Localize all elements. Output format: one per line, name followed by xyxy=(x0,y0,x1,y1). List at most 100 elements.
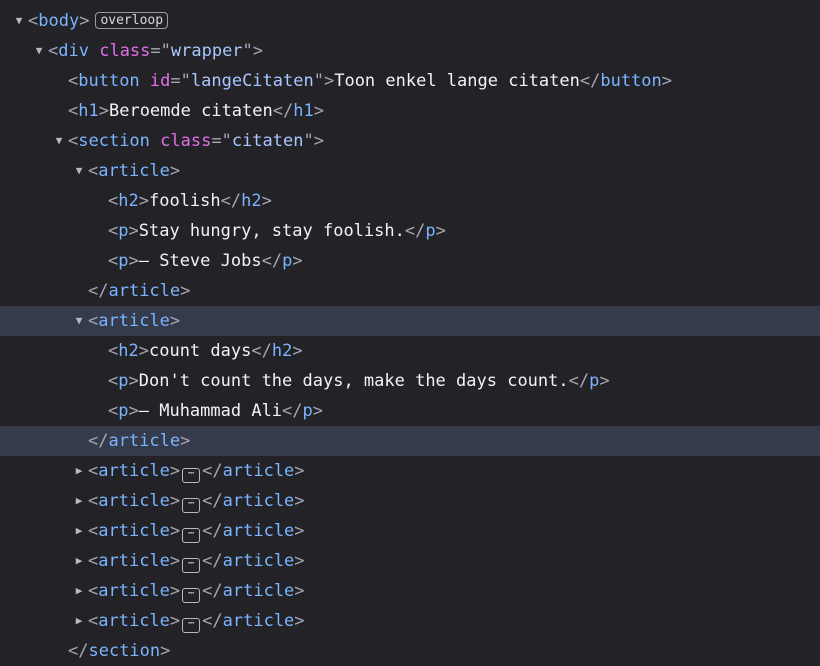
dom-node-row[interactable]: ▼ <body> overloop xyxy=(0,6,820,36)
node-markup: <article> ⋯ </article> xyxy=(88,456,305,486)
ellipsis-icon[interactable]: ⋯ xyxy=(182,618,201,633)
tag-name: article xyxy=(98,581,170,601)
tag-bracket: < xyxy=(108,341,119,361)
node-markup: <article> xyxy=(88,306,180,336)
tag-name: div xyxy=(58,41,89,61)
tag-bracket: > xyxy=(294,551,305,571)
triangle-down-icon[interactable]: ▼ xyxy=(72,156,86,186)
tag-bracket: < xyxy=(88,581,99,601)
tag-bracket: </ xyxy=(404,221,426,241)
tag-bracket: </ xyxy=(282,401,303,421)
tag-bracket: < xyxy=(88,611,99,631)
tag-bracket: > xyxy=(292,251,303,271)
triangle-down-icon[interactable]: ▼ xyxy=(12,6,26,36)
dom-node-row[interactable]: <p>Stay hungry, stay foolish.</p> xyxy=(0,216,820,246)
tag-bracket: > xyxy=(261,191,272,211)
triangle-right-icon[interactable]: ▶ xyxy=(72,486,86,516)
triangle-right-icon[interactable]: ▶ xyxy=(72,576,86,606)
dom-node-row[interactable]: <p>— Steve Jobs</p> xyxy=(0,246,820,276)
triangle-down-icon[interactable]: ▼ xyxy=(72,306,86,336)
ellipsis-icon[interactable]: ⋯ xyxy=(182,468,201,483)
tag-name: article xyxy=(222,581,295,601)
text-content: Don't count the days, make the days coun… xyxy=(138,371,569,391)
dom-node-row[interactable]: ▶ <article> ⋯ </article> xyxy=(0,576,820,606)
tag-bracket: > xyxy=(294,611,305,631)
dom-node-row[interactable]: </article> xyxy=(0,426,820,456)
triangle-right-icon[interactable]: ▶ xyxy=(72,516,86,546)
node-markup: <article> ⋯ </article> xyxy=(88,486,305,516)
attribute-punctuation: =" xyxy=(150,41,171,61)
tag-bracket: </ xyxy=(220,191,242,211)
node-markup: <article> ⋯ </article> xyxy=(88,576,305,606)
tag-bracket: < xyxy=(88,521,99,541)
ellipsis-icon[interactable]: ⋯ xyxy=(182,498,201,513)
node-markup: <article> ⋯ </article> xyxy=(88,516,305,546)
tag-bracket: < xyxy=(108,401,119,421)
triangle-down-icon[interactable]: ▼ xyxy=(52,126,66,156)
tag-name: article xyxy=(222,461,295,481)
tag-bracket: </ xyxy=(568,371,590,391)
overflow-badge[interactable]: overloop xyxy=(95,12,169,29)
tag-bracket: > xyxy=(169,161,181,181)
dom-node-row[interactable]: </section> xyxy=(0,636,820,666)
tag-bracket: > xyxy=(169,461,181,481)
tag-name: h2 xyxy=(118,341,139,361)
dom-node-row[interactable]: <button id="langeCitaten">Toon enkel lan… xyxy=(0,66,820,96)
triangle-right-icon[interactable]: ▶ xyxy=(72,456,86,486)
tag-name: article xyxy=(98,161,170,181)
tag-name: h1 xyxy=(78,101,99,121)
node-markup: <body> overloop xyxy=(28,6,169,36)
tag-bracket: > xyxy=(312,401,324,421)
tag-bracket: > xyxy=(169,551,181,571)
tag-bracket: </ xyxy=(88,281,109,301)
attribute-punctuation: =" xyxy=(170,71,191,91)
node-markup: <p>— Steve Jobs</p> xyxy=(108,246,303,276)
text-content: Beroemde citaten xyxy=(108,101,273,121)
dom-node-row[interactable]: <h2>count days</h2> xyxy=(0,336,820,366)
ellipsis-icon[interactable]: ⋯ xyxy=(182,588,201,603)
tag-bracket: > xyxy=(128,371,139,391)
dom-node-row[interactable]: ▶ <article> ⋯ </article> xyxy=(0,516,820,546)
tag-bracket: </ xyxy=(202,551,223,571)
dom-node-row[interactable]: ▶ <article> ⋯ </article> xyxy=(0,486,820,516)
triangle-down-icon[interactable]: ▼ xyxy=(32,36,46,66)
triangle-right-icon[interactable]: ▶ xyxy=(72,546,86,576)
tag-name: article xyxy=(108,281,181,301)
dom-node-row[interactable]: ▼ <article> xyxy=(0,156,820,186)
dom-node-row[interactable]: <h1>Beroemde citaten</h1> xyxy=(0,96,820,126)
tag-bracket: > xyxy=(160,641,171,661)
tag-bracket: > xyxy=(294,491,305,511)
ellipsis-icon[interactable]: ⋯ xyxy=(182,558,201,573)
tag-name: p xyxy=(118,401,129,421)
triangle-right-icon[interactable]: ▶ xyxy=(72,606,86,636)
dom-node-row[interactable]: <h2>foolish</h2> xyxy=(0,186,820,216)
dom-node-row[interactable]: </article> xyxy=(0,276,820,306)
tag-bracket: > xyxy=(435,221,446,241)
attribute-name: class xyxy=(99,41,151,61)
dom-node-row[interactable]: ▶ <article> ⋯ </article> xyxy=(0,606,820,636)
tag-bracket: </ xyxy=(202,491,223,511)
attribute-punctuation: " xyxy=(313,71,324,91)
tag-name: p xyxy=(118,221,129,241)
tag-name: section xyxy=(78,131,150,151)
dom-node-row[interactable]: ▼ <article> xyxy=(0,306,820,336)
tag-name: article xyxy=(98,311,170,331)
text-content: — Muhammad Ali xyxy=(138,401,283,421)
dom-node-row[interactable]: <p>Don't count the days, make the days c… xyxy=(0,366,820,396)
dom-node-row[interactable]: <p>— Muhammad Ali</p> xyxy=(0,396,820,426)
ellipsis-icon[interactable]: ⋯ xyxy=(182,528,201,543)
node-markup: <div class="wrapper"> xyxy=(48,36,263,66)
tag-name: article xyxy=(108,431,181,451)
dom-node-row[interactable]: ▼ <div class="wrapper"> xyxy=(0,36,820,66)
node-markup: <p>Stay hungry, stay foolish.</p> xyxy=(108,216,446,246)
tag-name: article xyxy=(98,491,170,511)
dom-node-row[interactable]: ▼ <section class="citaten"> xyxy=(0,126,820,156)
tag-bracket: < xyxy=(68,71,79,91)
tag-bracket: > xyxy=(169,611,181,631)
dom-node-row[interactable]: ▶ <article> ⋯ </article> xyxy=(0,456,820,486)
tag-name: p xyxy=(302,401,313,421)
tag-bracket: </ xyxy=(202,461,223,481)
dom-node-row[interactable]: ▶ <article> ⋯ </article> xyxy=(0,546,820,576)
tag-bracket: > xyxy=(128,401,139,421)
